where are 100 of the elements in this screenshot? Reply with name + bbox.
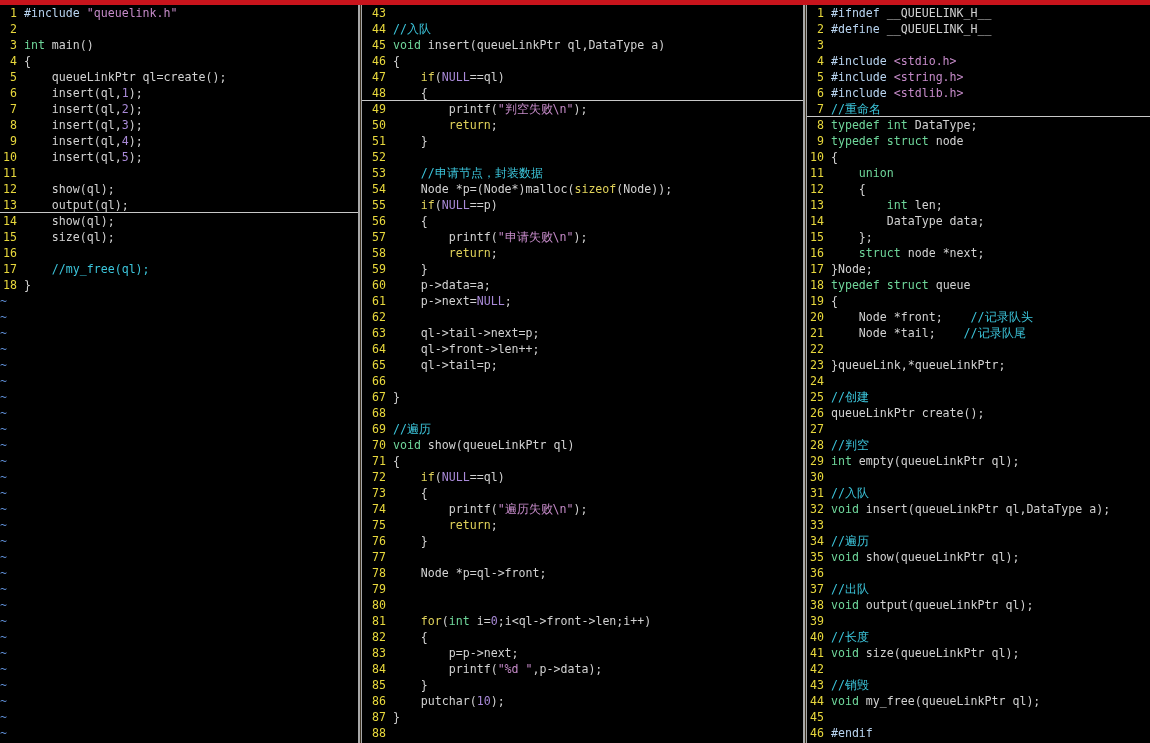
line-number: 21 [810,325,824,341]
line-number: 64 [372,341,386,357]
line-number: 5 [8,69,17,85]
empty-line-marker: ~ [0,501,7,517]
line-number: 38 [810,597,824,613]
code-line: } [23,277,31,293]
line-number: 45 [372,37,386,53]
code-line: void insert(queueLinkPtr ql,DataType a) [392,37,666,53]
line-number: 47 [372,69,386,85]
code-line: } [419,133,428,149]
code-line: insert(ql,3); [50,117,143,133]
line-number: 13 [810,197,824,213]
code-line: int empty(queueLinkPtr ql); [830,453,1020,469]
line-number: 17 [3,261,17,277]
code-line: int main() [23,37,94,53]
line-number: 58 [372,245,386,261]
code-line: insert(ql,4); [50,133,143,149]
code-line: } [392,709,400,725]
line-number: 63 [372,325,386,341]
line-number: 22 [810,341,824,357]
empty-line-marker: ~ [0,357,7,373]
line-number: 2 [815,21,824,37]
line-number: 82 [372,629,386,645]
empty-line-marker: ~ [0,645,7,661]
code-line: } [419,677,428,693]
code-line: show(ql); [50,181,115,197]
line-number: 76 [372,533,386,549]
line-number: 15 [3,229,17,245]
line-number: 1 [8,5,17,21]
line-number: 10 [810,149,824,165]
empty-line-marker: ~ [0,485,7,501]
empty-line-marker: ~ [0,421,7,437]
code-line: } [392,389,400,405]
code-line: //判空 [830,437,869,453]
line-number: 46 [372,53,386,69]
code-line: show(ql); [50,213,115,229]
code-line: struct node *next; [857,245,985,261]
line-number: 44 [810,693,824,709]
line-number: 11 [3,165,17,181]
code-line: insert(ql,5); [50,149,143,165]
code-line: if(NULL==ql) [419,469,505,485]
line-number: 30 [810,469,824,485]
code-line: //销毁 [830,677,869,693]
empty-line-marker: ~ [0,453,7,469]
line-number: 36 [810,565,824,581]
line-number: 7 [815,101,824,117]
code-line: //创建 [830,389,869,405]
code-line: printf("遍历失败\n"); [447,501,588,517]
empty-line-marker: ~ [0,549,7,565]
line-number: 45 [810,709,824,725]
code-line: //重命名 [830,101,881,117]
line-number: 14 [810,213,824,229]
line-number: 67 [372,389,386,405]
code-line: printf("申请失败\n"); [447,229,588,245]
line-number: 32 [810,501,824,517]
code-line: printf("判空失败\n"); [447,101,588,117]
line-number: 43 [810,677,824,693]
code-line: #endif [830,725,873,741]
line-number: 44 [372,21,386,37]
line-number: 19 [810,293,824,309]
line-number: 87 [372,709,386,725]
line-number: 2 [8,21,17,37]
line-number: 48 [372,85,386,101]
code-line: return; [447,517,498,533]
line-number: 85 [372,677,386,693]
code-line: for(int i=0;i<ql->front->len;i++) [419,613,652,629]
line-number: 40 [810,629,824,645]
line-number: 49 [372,101,386,117]
code-line: #include <stdio.h> [830,53,957,69]
line-number: 5 [815,69,824,85]
code-line: //申请节点，封装数据 [419,165,543,181]
code-line: typedef struct node [830,133,964,149]
line-number: 57 [372,229,386,245]
line-number: 52 [372,149,386,165]
line-number: 59 [372,261,386,277]
line-number: 12 [810,181,824,197]
line-number: 3 [8,37,17,53]
line-number: 86 [372,693,386,709]
line-number: 20 [810,309,824,325]
empty-line-marker: ~ [0,613,7,629]
empty-line-marker: ~ [0,709,7,725]
code-line: DataType data; [885,213,985,229]
line-number: 28 [810,437,824,453]
code-line: Node *p=(Node*)malloc(sizeof(Node)); [419,181,673,197]
empty-line-marker: ~ [0,725,7,741]
code-line: //遍历 [830,533,869,549]
code-line: void my_free(queueLinkPtr ql); [830,693,1041,709]
line-number: 31 [810,485,824,501]
empty-line-marker: ~ [0,517,7,533]
code-line: return; [447,245,498,261]
code-line: #include <stdlib.h> [830,85,964,101]
line-number: 26 [810,405,824,421]
line-number: 55 [372,197,386,213]
line-number: 23 [810,357,824,373]
line-number: 10 [3,149,17,165]
line-number: 9 [815,133,824,149]
code-line: p->data=a; [419,277,491,293]
code-line: { [23,53,31,69]
empty-line-marker: ~ [0,597,7,613]
code-line: queueLinkPtr create(); [830,405,985,421]
